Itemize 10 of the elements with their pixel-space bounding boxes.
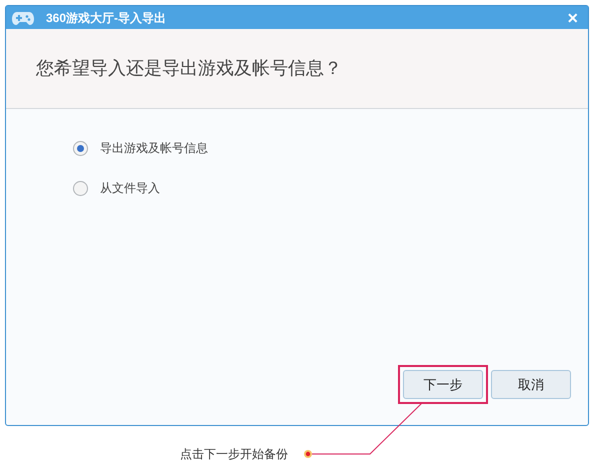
gamepad-icon — [12, 10, 34, 24]
radio-option[interactable]: 从文件导入 — [73, 179, 588, 197]
radio-option[interactable]: 导出游戏及帐号信息 — [73, 139, 588, 157]
question-text: 您希望导入还是导出游戏及帐号信息？ — [36, 57, 342, 80]
callout-text: 点击下一步开始备份 — [180, 446, 288, 463]
radio-button[interactable] — [73, 140, 88, 156]
radio-button[interactable] — [73, 180, 88, 196]
dialog-button[interactable]: 取消 — [491, 370, 571, 399]
window-title: 360游戏大厅-导入导出 — [46, 10, 166, 26]
dialog-button[interactable]: 下一步 — [403, 370, 483, 399]
